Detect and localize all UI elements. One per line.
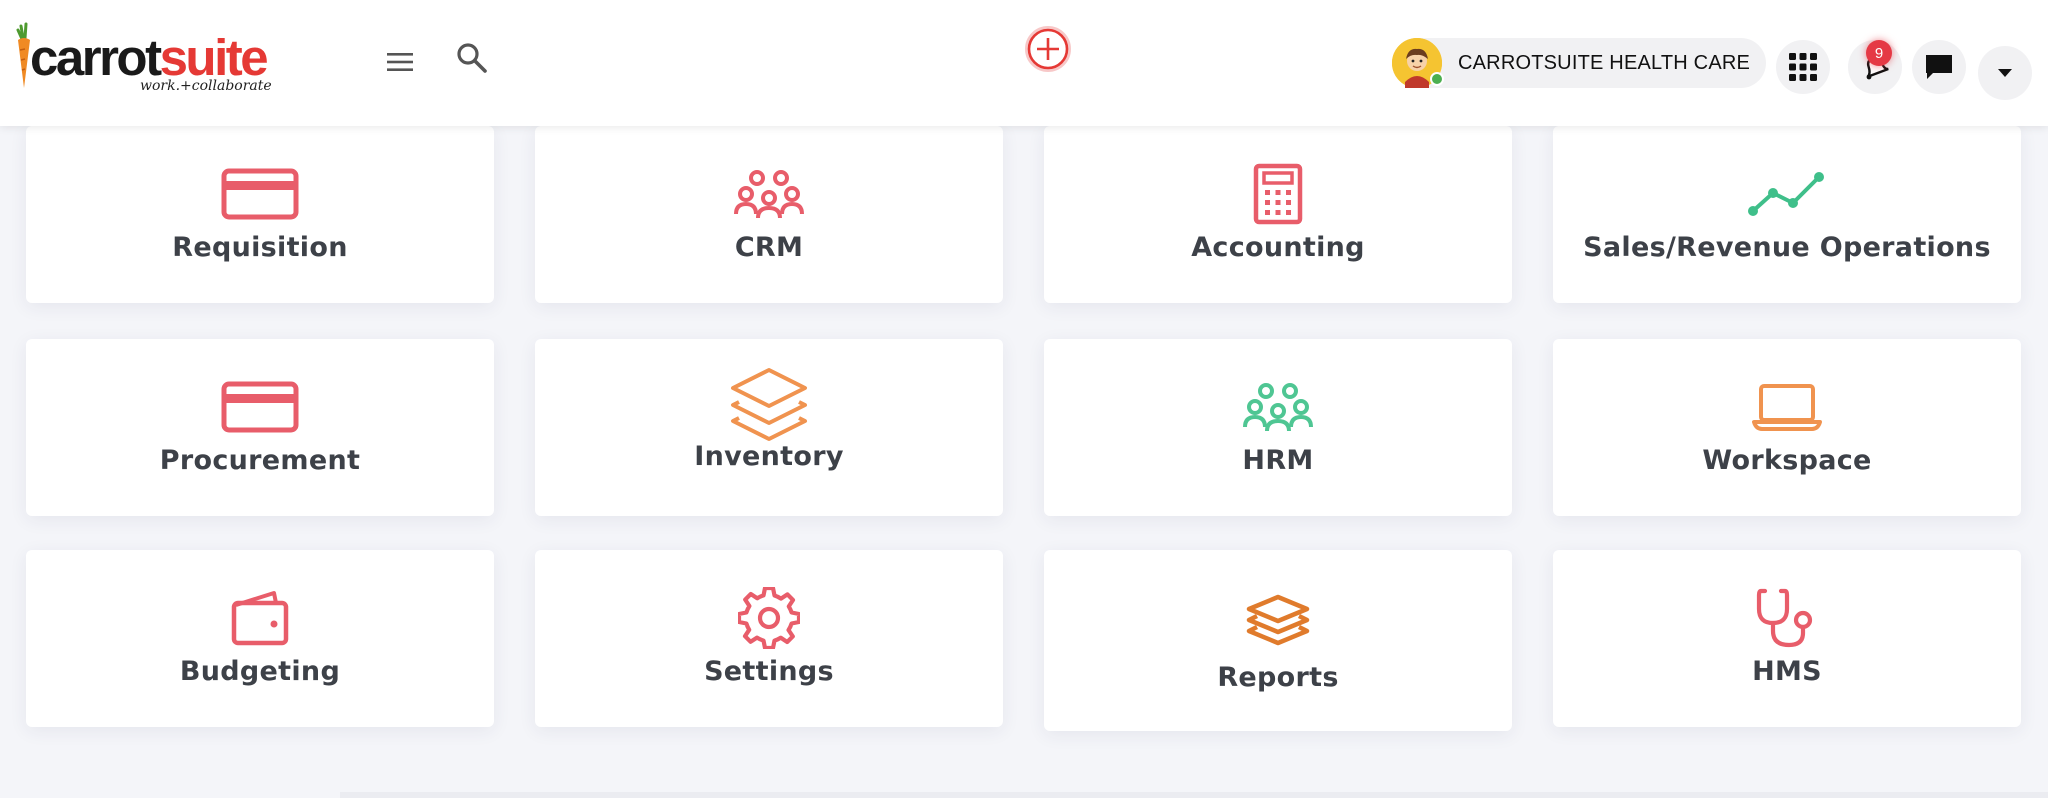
brand-logo[interactable]: carrotsuite work.+collaborate: [12, 22, 272, 98]
brand-wordmark: carrotsuite: [30, 32, 269, 83]
hamburger-menu-button[interactable]: [380, 42, 420, 82]
caret-down-icon: [1998, 69, 2012, 77]
module-label: Inventory: [694, 441, 844, 472]
people-group-icon: [1243, 383, 1313, 432]
avatar: [1392, 38, 1444, 88]
credit-card-icon: [221, 168, 299, 220]
module-card-settings[interactable]: Settings: [535, 550, 1003, 727]
gear-icon: [738, 587, 800, 649]
module-label: HMS: [1752, 656, 1822, 687]
search-icon: [457, 43, 487, 73]
module-card-requisition[interactable]: Requisition: [26, 126, 494, 303]
module-label: Budgeting: [179, 656, 341, 687]
hamburger-icon: [387, 53, 413, 71]
module-label: Requisition: [172, 232, 348, 263]
brand-tagline: work.+collaborate: [140, 78, 272, 94]
module-card-sales-revenue-operations[interactable]: Sales/Revenue Operations: [1553, 126, 2021, 303]
module-card-procurement[interactable]: Procurement: [26, 339, 494, 516]
module-label: Sales/Revenue Operations: [1583, 232, 1991, 263]
module-card-hms[interactable]: HMS: [1553, 550, 2021, 727]
module-label: CRM: [734, 232, 804, 263]
module-card-reports[interactable]: Reports: [1044, 550, 1512, 731]
search-button[interactable]: [452, 38, 492, 78]
laptop-icon: [1752, 384, 1822, 431]
module-label: Workspace: [1702, 445, 1872, 476]
module-card-inventory[interactable]: Inventory: [535, 339, 1003, 516]
company-name: CARROTSUITE HEALTH CARE: [1458, 51, 1751, 74]
chat-bubble-icon: [1926, 55, 1952, 79]
module-label: Procurement: [159, 445, 361, 476]
user-menu-dropdown-button[interactable]: [1978, 46, 2032, 100]
plus-circle-icon: [1025, 26, 1071, 72]
module-card-workspace[interactable]: Workspace: [1553, 339, 2021, 516]
module-label: Reports: [1217, 662, 1339, 693]
module-card-hrm[interactable]: HRM: [1044, 339, 1512, 516]
wallet-icon: [231, 591, 289, 646]
apps-grid-button[interactable]: [1776, 40, 1830, 94]
notification-count-badge: 9: [1866, 40, 1892, 66]
credit-card-icon: [221, 381, 299, 433]
line-chart-icon: [1748, 172, 1824, 216]
online-status-dot: [1430, 72, 1444, 86]
company-switcher[interactable]: CARROTSUITE HEALTH CARE: [1392, 38, 1766, 88]
calculator-icon: [1253, 163, 1303, 225]
footer-divider: [340, 792, 2048, 798]
quick-add-button[interactable]: [1023, 24, 1073, 74]
messages-button[interactable]: [1912, 40, 1966, 94]
stethoscope-icon: [1756, 588, 1813, 648]
stacked-layers-icon: [1246, 594, 1310, 646]
top-header: carrotsuite work.+collaborate CARROTSUIT…: [0, 0, 2048, 126]
layers-icon: [731, 368, 807, 441]
module-label: Accounting: [1191, 232, 1365, 263]
module-card-crm[interactable]: CRM: [535, 126, 1003, 303]
module-label: HRM: [1242, 445, 1314, 476]
people-group-icon: [734, 170, 804, 219]
module-card-accounting[interactable]: Accounting: [1044, 126, 1512, 303]
module-card-budgeting[interactable]: Budgeting: [26, 550, 494, 727]
module-label: Settings: [704, 656, 834, 687]
grid-icon: [1789, 53, 1817, 81]
